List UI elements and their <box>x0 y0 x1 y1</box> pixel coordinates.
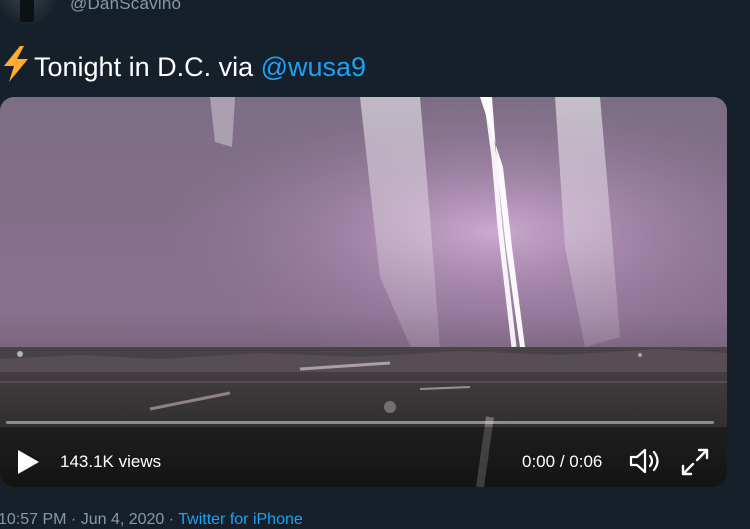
tweet-meta: 10:57 PM · Jun 4, 2020 · Twitter for iPh… <box>0 511 303 529</box>
view-count: 143.1K views <box>60 452 162 471</box>
current-time: 0:00 <box>522 452 556 471</box>
tweet-time[interactable]: 10:57 PM <box>0 511 66 528</box>
tweet-text-body: Tonight in D.C. via <box>34 52 261 82</box>
lightning-bolt-icon <box>4 46 28 82</box>
progress-bar[interactable] <box>6 421 714 424</box>
mention-link[interactable]: @wusa9 <box>261 52 366 82</box>
meta-separator: · <box>164 511 179 528</box>
playback-time: 0:00 / 0:06 <box>522 452 602 472</box>
volume-icon[interactable] <box>628 447 662 475</box>
avatar-figure <box>20 0 34 22</box>
fullscreen-icon[interactable] <box>680 447 710 477</box>
tweet-source-link[interactable]: Twitter for iPhone <box>178 511 303 528</box>
tweet-text: Tonight in D.C. via @wusa9 <box>0 46 366 87</box>
video-player[interactable]: 143.1K views 0:00 / 0:06 <box>0 97 727 487</box>
author-handle[interactable]: @DanScavino <box>70 0 181 14</box>
tweet-date[interactable]: Jun 4, 2020 <box>81 511 165 528</box>
meta-separator: · <box>66 511 81 528</box>
avatar[interactable] <box>0 0 56 24</box>
play-icon[interactable] <box>14 447 42 477</box>
time-separator: / <box>555 452 570 471</box>
tweet-view: @DanScavino Tonight in D.C. via @wusa9 1… <box>0 0 750 529</box>
video-frame <box>0 97 727 487</box>
duration: 0:06 <box>569 452 603 471</box>
